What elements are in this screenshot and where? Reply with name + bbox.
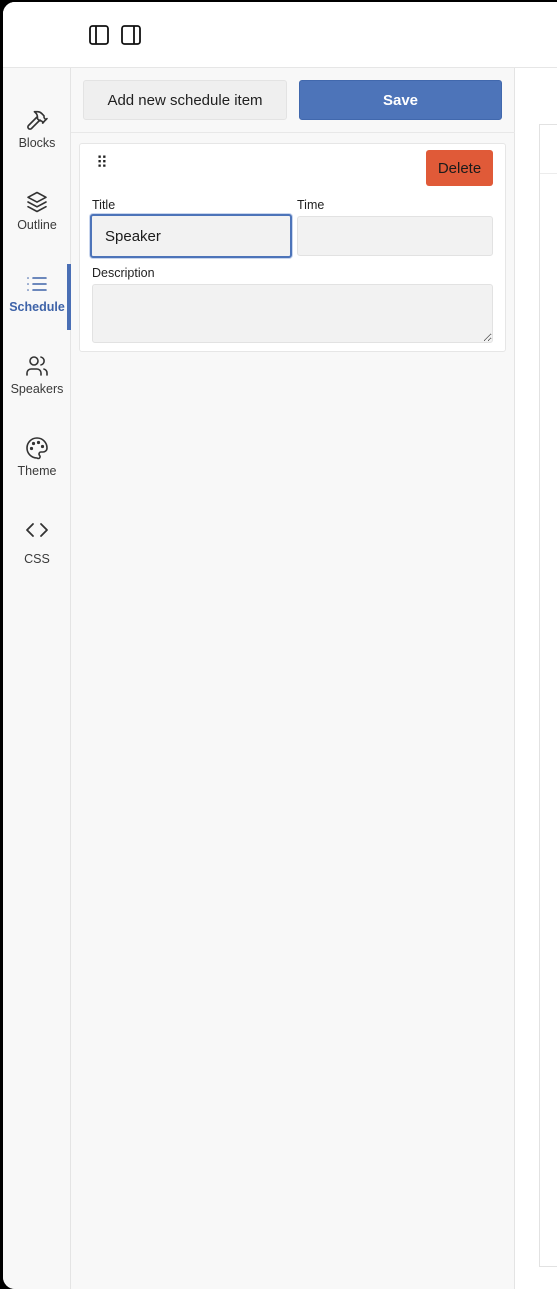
sidebar-item-blocks[interactable]: Blocks bbox=[3, 108, 71, 180]
users-icon bbox=[25, 354, 49, 378]
sidebar-item-label: Theme bbox=[17, 464, 57, 478]
sidebar-item-css[interactable]: CSS bbox=[3, 518, 71, 590]
add-schedule-item-button[interactable]: Add new schedule item bbox=[83, 80, 287, 120]
sidebar-item-schedule[interactable]: Schedule bbox=[3, 272, 71, 344]
schedule-panel: Add new schedule item Save ⠿ Delete Titl… bbox=[71, 68, 515, 1289]
time-label: Time bbox=[297, 198, 325, 212]
sidebar-item-theme[interactable]: Theme bbox=[3, 436, 71, 508]
description-textarea[interactable] bbox=[92, 284, 493, 343]
sidebar-item-label: Speakers bbox=[10, 382, 64, 396]
title-label: Title bbox=[92, 198, 116, 212]
rail-header bbox=[3, 2, 71, 68]
schedule-toolbar: Add new schedule item Save bbox=[71, 68, 515, 133]
save-button[interactable]: Save bbox=[299, 80, 502, 120]
palette-icon bbox=[25, 436, 49, 460]
delete-button[interactable]: Delete bbox=[426, 150, 493, 186]
time-input[interactable] bbox=[297, 216, 493, 256]
layers-icon bbox=[25, 190, 49, 214]
panel-left-icon[interactable] bbox=[88, 24, 110, 46]
title-input[interactable] bbox=[90, 214, 292, 258]
sidebar-item-outline[interactable]: Outline bbox=[3, 190, 71, 262]
preview-frame bbox=[539, 124, 557, 1267]
sidebar-item-label: Outline bbox=[17, 218, 57, 232]
sidebar-rail: Blocks Outline Schedule Speakers Theme C… bbox=[3, 2, 71, 1289]
app-window: Blocks Outline Schedule Speakers Theme C… bbox=[3, 2, 557, 1289]
panel-right-icon[interactable] bbox=[120, 24, 142, 46]
sidebar-item-speakers[interactable]: Speakers bbox=[3, 354, 71, 426]
hammer-icon bbox=[25, 108, 49, 132]
code-icon bbox=[25, 518, 49, 542]
sidebar-item-label: Schedule bbox=[9, 300, 65, 314]
schedule-item-card: ⠿ Delete Title Time Description bbox=[79, 143, 506, 352]
preview-divider bbox=[540, 173, 557, 174]
top-bar bbox=[71, 2, 557, 68]
sidebar-item-label: CSS bbox=[24, 552, 50, 566]
drag-handle-icon[interactable]: ⠿ bbox=[96, 156, 108, 172]
description-label: Description bbox=[92, 266, 155, 280]
list-icon bbox=[25, 272, 49, 296]
sidebar-item-label: Blocks bbox=[18, 136, 56, 150]
